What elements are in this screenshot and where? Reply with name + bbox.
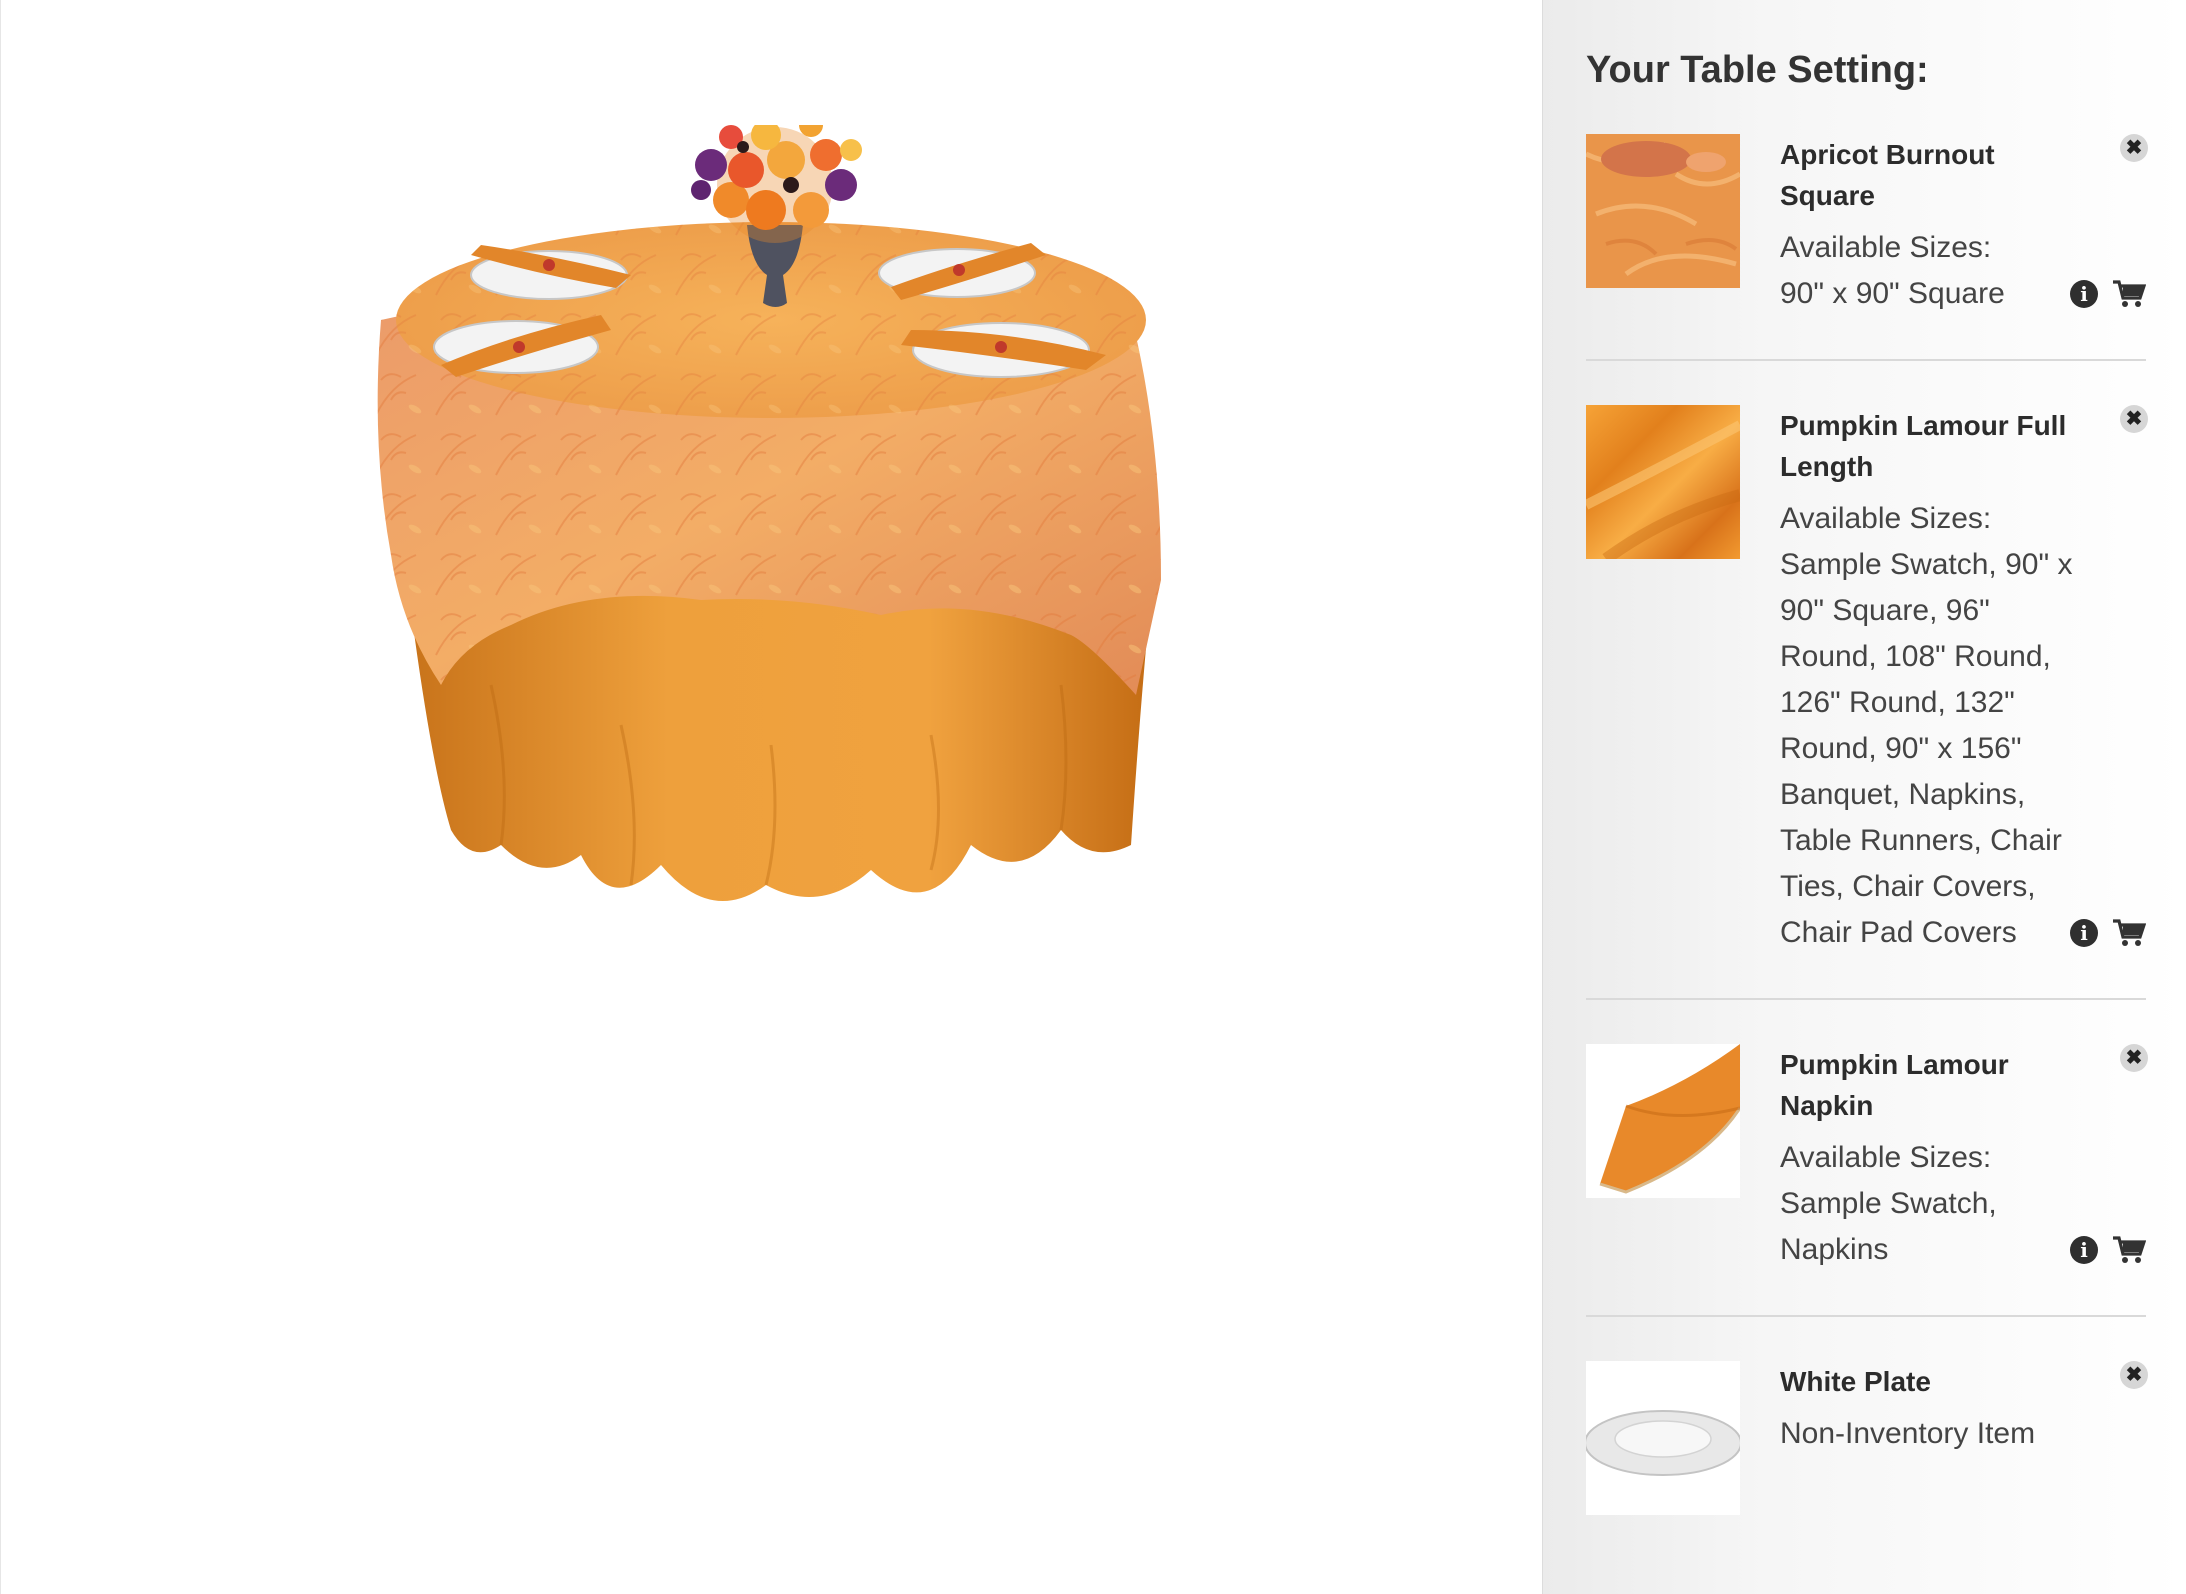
item-info: Pumpkin Lamour Full Length Available Siz… [1780,405,2080,956]
available-sizes-label: Available Sizes: [1780,502,1992,535]
item-info: Apricot Burnout Square Available Sizes: … [1780,134,2080,317]
setting-item-white-plate: White Plate Non-Inventory Item ✖ [1586,1361,2148,1557]
remove-item-button[interactable]: ✖ [2120,1361,2148,1389]
remove-item-button[interactable]: ✖ [2120,134,2148,162]
non-inventory-note: Non-Inventory Item [1780,1417,2036,1450]
pumpkin-lamour-thumbnail[interactable] [1586,405,1740,559]
pumpkin-napkin-thumbnail[interactable] [1586,1044,1740,1198]
info-icon[interactable]: i [2070,1236,2098,1264]
available-sizes-label: Available Sizes: [1780,1141,1992,1174]
cart-icon[interactable] [2112,1235,2146,1265]
table-setting-illustration [377,125,1162,901]
setting-item-pumpkin-lamour-napkin: Pumpkin Lamour Napkin Available Sizes: S… [1586,1044,2148,1317]
setting-item-apricot-burnout-square: Apricot Burnout Square Available Sizes: … [1586,134,2148,361]
item-name[interactable]: White Plate [1780,1361,2080,1402]
available-sizes: 90" x 90" Square [1780,277,2005,310]
table-preview-area [0,0,1543,1594]
available-sizes: Sample Swatch, Napkins [1780,1187,1997,1266]
apricot-burnout-thumbnail[interactable] [1586,134,1740,288]
table-setting-sidebar: Your Table Setting: Apricot Burnout Squa… [1542,0,2186,1594]
item-info: Pumpkin Lamour Napkin Available Sizes: S… [1780,1044,2080,1273]
remove-item-button[interactable]: ✖ [2120,1044,2148,1072]
item-name[interactable]: Apricot Burnout Square [1780,134,2080,216]
white-plate-thumbnail[interactable] [1586,1361,1740,1515]
info-icon[interactable]: i [2070,919,2098,947]
item-actions: i [2070,279,2146,309]
available-sizes: Sample Swatch, 90" x 90" Square, 96" Rou… [1780,548,2073,949]
item-actions: i [2070,1235,2146,1265]
available-sizes-label: Available Sizes: [1780,231,1992,264]
item-name[interactable]: Pumpkin Lamour Full Length [1780,405,2080,487]
info-icon[interactable]: i [2070,280,2098,308]
cart-icon[interactable] [2112,279,2146,309]
item-actions: i [2070,918,2146,948]
cart-icon[interactable] [2112,918,2146,948]
item-name[interactable]: Pumpkin Lamour Napkin [1780,1044,2080,1126]
item-info: White Plate Non-Inventory Item [1780,1361,2080,1515]
sidebar-title: Your Table Setting: [1586,49,1929,91]
remove-item-button[interactable]: ✖ [2120,405,2148,433]
setting-item-pumpkin-lamour-full-length: Pumpkin Lamour Full Length Available Siz… [1586,405,2148,1000]
